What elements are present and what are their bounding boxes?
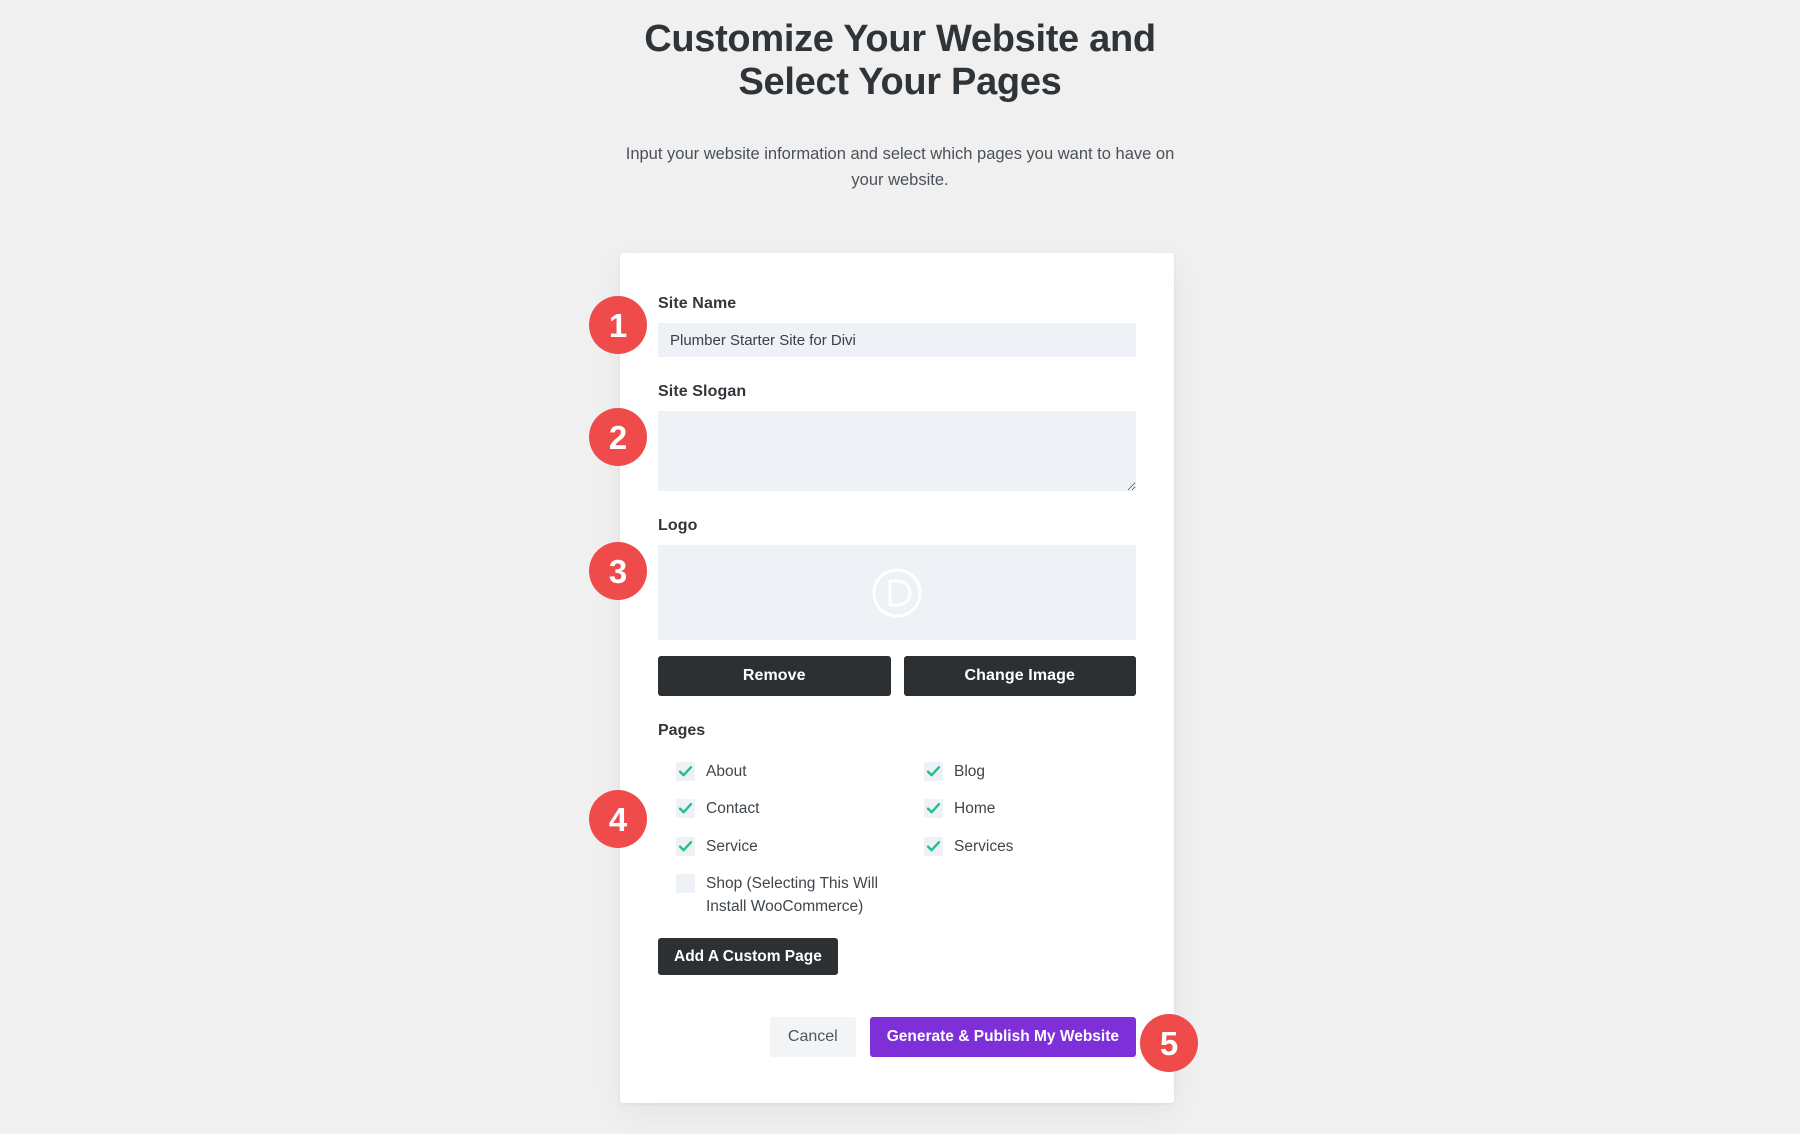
checkbox-about[interactable] [676, 762, 695, 781]
card-footer-actions: Cancel Generate & Publish My Website [658, 1017, 1136, 1058]
logo-label: Logo [658, 517, 698, 534]
add-custom-page-row: Add A Custom Page [658, 938, 1136, 976]
page-option-label: Blog [954, 763, 986, 780]
step-badge-3: 3 [589, 542, 647, 600]
site-name-input[interactable] [658, 323, 1136, 357]
page-option-label: Service [706, 837, 758, 855]
logo-actions: Remove Change Image [658, 656, 1136, 696]
step-badge-4: 4 [589, 790, 647, 848]
page-option-blog[interactable]: Blog [906, 754, 1136, 791]
page-option-about[interactable]: About [658, 754, 888, 791]
logo-field: Logo Remove Change Image [658, 517, 1136, 696]
divi-d-logo-icon [872, 568, 922, 617]
checkbox-shop[interactable] [676, 874, 695, 894]
change-image-button[interactable]: Change Image [903, 656, 1136, 696]
page-header: Customize Your Website and Select Your P… [0, 0, 1800, 194]
checkbox-service[interactable] [676, 836, 695, 856]
screen-root: Customize Your Website and Select Your P… [0, 0, 1800, 1134]
cancel-button[interactable]: Cancel [769, 1017, 856, 1058]
page-option-services[interactable]: Services [906, 829, 1136, 866]
page-option-home[interactable]: Home [906, 791, 1136, 828]
pages-label: Pages [658, 722, 706, 739]
step-badge-5: 5 [1140, 1014, 1198, 1072]
page-option-shop[interactable]: Shop (Selecting This Will Install WooCom… [658, 866, 888, 926]
page-option-service[interactable]: Service [658, 829, 888, 866]
customize-card-wrapper: Site Name Site Slogan Logo Remove [620, 253, 1174, 1104]
site-slogan-input[interactable] [658, 411, 1136, 491]
check-icon [678, 766, 693, 777]
pages-grid: About Blog Contact Home Service Services… [658, 754, 1136, 926]
add-custom-page-button[interactable]: Add A Custom Page [658, 938, 838, 976]
page-option-label: Contact [706, 800, 760, 818]
customize-card: Site Name Site Slogan Logo Remove [620, 253, 1174, 1104]
checkbox-services[interactable] [924, 836, 943, 856]
site-slogan-label: Site Slogan [658, 383, 747, 400]
step-badge-1: 1 [589, 296, 647, 354]
page-option-label: Shop (Selecting This Will Install WooCom… [706, 875, 879, 915]
checkbox-home[interactable] [924, 799, 943, 819]
check-icon [926, 803, 941, 814]
page-option-label: Services [954, 837, 1014, 855]
site-slogan-field: Site Slogan [658, 383, 1136, 491]
site-name-label: Site Name [658, 295, 737, 312]
pages-section: Pages About Blog Contact Home Service Se… [658, 722, 1136, 976]
remove-logo-button[interactable]: Remove [658, 656, 891, 696]
step-badge-2: 2 [589, 408, 647, 466]
page-option-contact[interactable]: Contact [658, 791, 888, 828]
checkbox-contact[interactable] [676, 799, 695, 819]
page-subtitle: Input your website information and selec… [625, 145, 1175, 190]
check-icon [678, 803, 693, 814]
generate-publish-button[interactable]: Generate & Publish My Website [869, 1017, 1136, 1058]
page-option-label: Home [954, 800, 996, 818]
page-option-label: About [706, 763, 747, 780]
check-icon [678, 840, 693, 852]
logo-preview[interactable] [658, 545, 1136, 640]
check-icon [926, 766, 941, 777]
page-title: Customize Your Website and Select Your P… [644, 18, 1156, 103]
check-icon [926, 840, 941, 852]
site-name-field: Site Name [658, 295, 1136, 357]
checkbox-blog[interactable] [924, 762, 943, 781]
